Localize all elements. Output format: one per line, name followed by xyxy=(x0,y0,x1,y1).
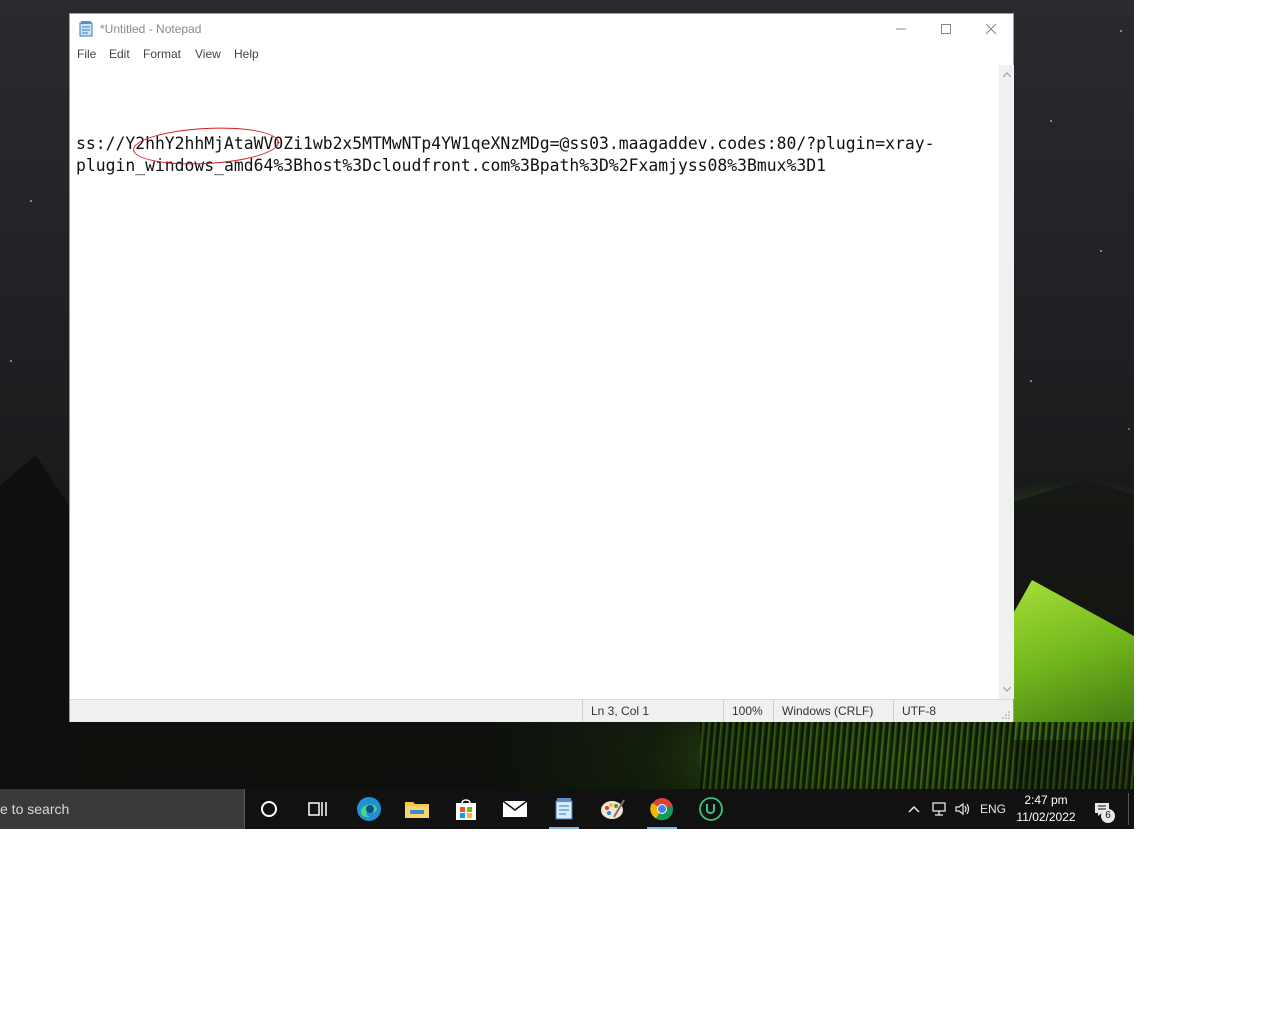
file-explorer-icon xyxy=(405,802,429,818)
chrome-icon xyxy=(650,798,674,821)
scroll-down-button[interactable] xyxy=(999,682,1014,697)
notepad-window[interactable]: *Untitled - Notepad File Edit Format Vie… xyxy=(69,13,1014,722)
taskbar-search-box[interactable]: e to search xyxy=(0,789,245,829)
network-icon xyxy=(932,802,946,816)
store-icon xyxy=(456,799,476,820)
title-bar[interactable]: *Untitled - Notepad xyxy=(70,14,1013,44)
chrome-button[interactable] xyxy=(639,789,685,829)
scroll-up-button[interactable] xyxy=(999,67,1014,82)
chevron-up-icon xyxy=(1002,72,1011,77)
edge-icon xyxy=(357,797,381,821)
close-button[interactable] xyxy=(968,14,1014,44)
language-indicator[interactable]: ENG xyxy=(978,789,1008,829)
edge-button[interactable] xyxy=(346,789,392,829)
paint-icon xyxy=(601,799,625,819)
menu-edit[interactable]: Edit xyxy=(109,47,130,61)
minimize-icon xyxy=(896,28,906,30)
vertical-scrollbar[interactable] xyxy=(999,65,1014,699)
line-ending: Windows (CRLF) xyxy=(773,700,893,722)
zoom-level: 100% xyxy=(723,700,773,722)
maximize-button[interactable] xyxy=(923,14,969,44)
volume-button[interactable] xyxy=(952,789,974,829)
menu-view[interactable]: View xyxy=(195,47,221,61)
mail-button[interactable] xyxy=(492,789,538,829)
status-bar: Ln 3, Col 1 100% Windows (CRLF) UTF-8 xyxy=(70,699,1013,722)
cursor-position: Ln 3, Col 1 xyxy=(582,700,724,722)
store-button[interactable] xyxy=(443,789,489,829)
notepad-icon xyxy=(79,21,93,37)
search-placeholder: e to search xyxy=(0,801,70,817)
task-view-icon xyxy=(308,802,327,816)
cortana-icon xyxy=(261,801,277,817)
taskbar: e to search ENG 2:47 pm 11/02/2022 6 xyxy=(0,789,1134,829)
upwork-button[interactable] xyxy=(688,789,734,829)
menu-help[interactable]: Help xyxy=(234,47,259,61)
notepad-icon xyxy=(555,798,573,820)
window-title: *Untitled - Notepad xyxy=(100,22,202,36)
tray-overflow-button[interactable] xyxy=(905,789,923,829)
editor-line: ss://Y2hhY2hhMjAtaWV0Zi1wb2x5MTMwNTp4YW1… xyxy=(76,134,935,153)
menu-file[interactable]: File xyxy=(77,47,96,61)
volume-icon xyxy=(955,802,970,816)
paint-button[interactable] xyxy=(590,789,636,829)
chevron-down-icon xyxy=(1002,687,1011,692)
task-view-button[interactable] xyxy=(295,789,341,829)
cortana-button[interactable] xyxy=(246,789,292,829)
clock-time: 2:47 pm xyxy=(1024,793,1068,807)
file-explorer-button[interactable] xyxy=(394,789,440,829)
clock[interactable]: 2:47 pm 11/02/2022 xyxy=(1010,792,1082,826)
editor-content[interactable]: ​ss://Y2hhY2hhMjAtaWV0Zi1wb2x5MTMwNTp4YW… xyxy=(76,111,935,177)
encoding: UTF-8 xyxy=(893,700,1003,722)
notification-count-badge: 6 xyxy=(1101,809,1115,823)
show-desktop-button[interactable] xyxy=(1128,793,1129,825)
chevron-up-icon xyxy=(908,805,920,813)
editor-line: plugin_windows_amd64%3Bhost%3Dcloudfront… xyxy=(76,156,826,175)
maximize-icon xyxy=(941,24,951,34)
menu-format[interactable]: Format xyxy=(143,47,181,61)
editor-line: ​ xyxy=(76,111,935,133)
menu-bar: File Edit Format View Help xyxy=(70,44,1013,64)
close-icon xyxy=(986,24,996,34)
clock-date: 11/02/2022 xyxy=(1016,810,1076,824)
notepad-taskbar-button[interactable] xyxy=(541,789,587,829)
mail-icon xyxy=(502,800,528,817)
network-button[interactable] xyxy=(928,789,950,829)
resize-grip-icon[interactable] xyxy=(1001,710,1011,720)
text-editor[interactable]: ​ss://Y2hhY2hhMjAtaWV0Zi1wb2x5MTMwNTp4YW… xyxy=(70,65,999,699)
upwork-icon xyxy=(699,797,723,821)
minimize-button[interactable] xyxy=(878,14,924,44)
